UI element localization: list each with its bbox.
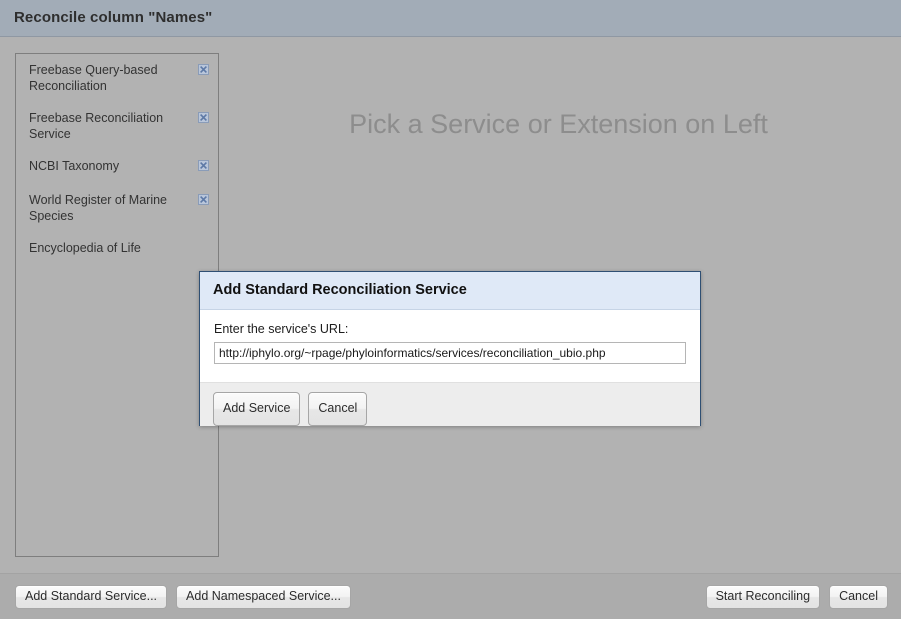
dialog-footer: Add Standard Service... Add Namespaced S… — [0, 573, 901, 619]
modal-cancel-button[interactable]: Cancel — [308, 392, 368, 426]
service-url-input[interactable] — [214, 342, 686, 364]
url-field-label: Enter the service's URL: — [214, 322, 349, 336]
delete-x-icon[interactable] — [198, 158, 209, 171]
dialog-body: Freebase Query-based Reconciliation Free… — [0, 38, 901, 573]
delete-x-icon[interactable] — [198, 192, 209, 205]
delete-x-icon[interactable] — [198, 110, 209, 123]
delete-x-icon[interactable] — [198, 62, 209, 75]
list-item[interactable]: Freebase Reconciliation Service — [16, 102, 218, 150]
list-item[interactable]: Freebase Query-based Reconciliation — [16, 54, 218, 102]
add-standard-service-button[interactable]: Add Standard Service... — [15, 585, 168, 609]
service-name: Freebase Reconciliation Service — [29, 111, 164, 141]
modal-titlebar: Add Standard Reconciliation Service — [200, 272, 700, 310]
list-item[interactable]: NCBI Taxonomy — [16, 150, 218, 184]
modal-body: Enter the service's URL: — [200, 310, 700, 383]
service-name: Freebase Query-based Reconciliation — [29, 63, 158, 93]
list-item[interactable]: Encyclopedia of Life — [16, 232, 218, 266]
modal-title: Add Standard Reconciliation Service — [213, 282, 467, 298]
add-standard-service-dialog: Add Standard Reconciliation Service Ente… — [199, 271, 701, 426]
page-title: Reconcile column "Names" — [14, 9, 213, 26]
footer-right-actions: Start Reconciling Cancel — [705, 585, 888, 609]
start-reconciling-button[interactable]: Start Reconciling — [705, 585, 821, 609]
service-name: World Register of Marine Species — [29, 193, 168, 223]
service-list-panel[interactable]: Freebase Query-based Reconciliation Free… — [15, 53, 219, 557]
add-service-button[interactable]: Add Service — [213, 392, 301, 426]
service-list: Freebase Query-based Reconciliation Free… — [16, 54, 218, 266]
dialog-cancel-button[interactable]: Cancel — [829, 585, 888, 609]
modal-footer: Add Service Cancel — [200, 383, 700, 426]
reconcile-dialog: Reconcile column "Names" Freebase Query-… — [0, 0, 901, 619]
list-item[interactable]: World Register of Marine Species — [16, 184, 218, 232]
dialog-header: Reconcile column "Names" — [0, 0, 901, 37]
add-namespaced-service-button[interactable]: Add Namespaced Service... — [176, 585, 351, 609]
service-name: NCBI Taxonomy — [29, 159, 120, 173]
footer-left-actions: Add Standard Service... Add Namespaced S… — [15, 585, 351, 609]
empty-state-message: Pick a Service or Extension on Left — [349, 109, 768, 139]
service-name: Encyclopedia of Life — [29, 241, 141, 255]
